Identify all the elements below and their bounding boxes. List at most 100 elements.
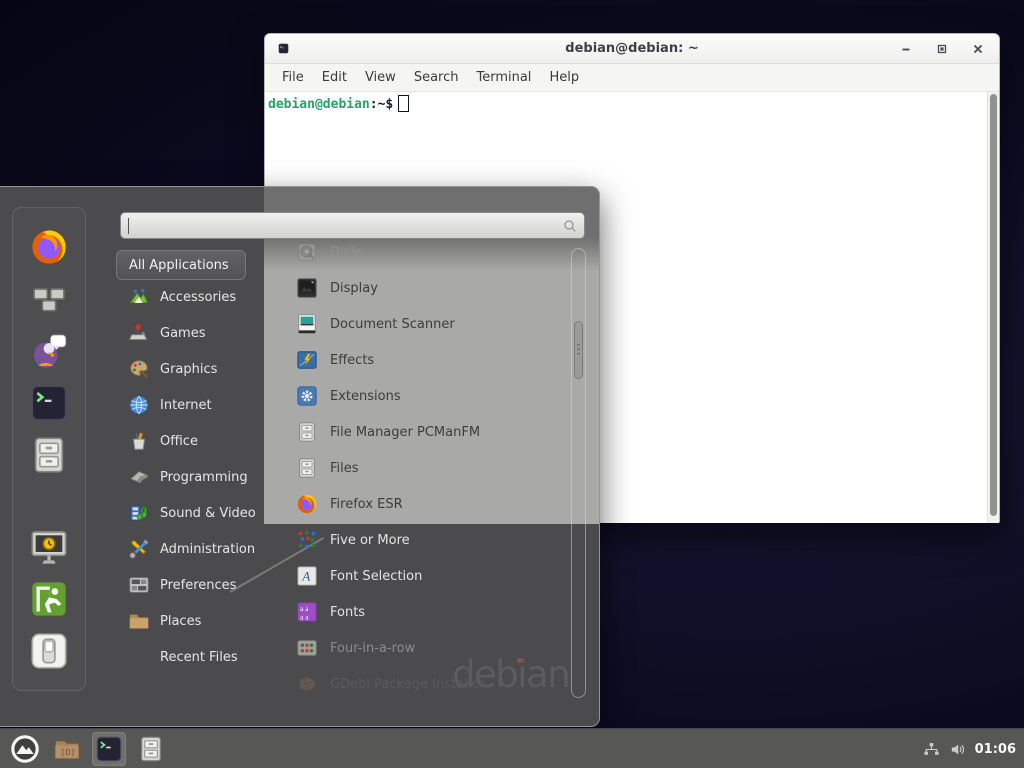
category-accessories[interactable]: Accessories	[116, 279, 268, 315]
terminal-titlebar[interactable]: debian@debian: ~	[265, 34, 999, 64]
terminal-menu-search[interactable]: Search	[405, 70, 468, 85]
cabinet-icon	[296, 421, 318, 443]
app-item-gdebi-package-installer[interactable]: GDebi Package Installer	[280, 666, 572, 702]
window-controls	[899, 34, 985, 63]
favorites-column	[12, 207, 86, 691]
app-list-scrollbar[interactable]	[571, 248, 586, 698]
fonts-icon: a aa a	[296, 601, 318, 623]
category-label: Places	[160, 614, 201, 629]
app-item-four-in-a-row[interactable]: Four-in-a-row	[280, 630, 572, 666]
app-item-extensions[interactable]: Extensions	[280, 378, 572, 414]
category-label: Administration	[160, 542, 255, 557]
category-places[interactable]: Places	[116, 603, 268, 639]
app-item-label: Font Selection	[330, 569, 422, 584]
app-item-label: Firefox ESR	[330, 497, 403, 512]
display-icon	[296, 277, 318, 299]
all-applications-label: All Applications	[129, 258, 229, 273]
app-item-font-selection[interactable]: A Font Selection	[280, 558, 572, 594]
category-games[interactable]: Games	[116, 315, 268, 351]
favorite-terminal[interactable]	[29, 383, 69, 423]
accessories-icon	[128, 286, 150, 308]
administration-icon	[128, 538, 150, 560]
category-all-applications[interactable]: All Applications	[116, 250, 246, 280]
app-list-scrollbar-thumb[interactable]	[574, 321, 583, 379]
system-tray: 01:06	[923, 729, 1016, 768]
terminal-menu-help[interactable]: Help	[540, 70, 588, 85]
svg-text:A: A	[301, 570, 310, 584]
terminal-prompt: debian@debian:~$	[265, 92, 999, 114]
maximize-button[interactable]	[935, 42, 949, 56]
terminal-menu-edit[interactable]: Edit	[313, 70, 356, 85]
favorite-software[interactable]	[29, 279, 69, 319]
category-administration[interactable]: Administration	[116, 531, 268, 567]
menu-logo-icon	[10, 734, 40, 764]
app-item-label: Five or More	[330, 533, 410, 548]
category-sound-video[interactable]: Sound & Video	[116, 495, 268, 531]
soundvideo-icon	[128, 502, 150, 524]
disks-icon	[296, 241, 318, 263]
app-item-label: GDebi Package Installer	[330, 677, 485, 692]
category-label: Graphics	[160, 362, 217, 377]
app-item-effects[interactable]: Effects	[280, 342, 572, 378]
network-icon[interactable]	[923, 741, 940, 758]
app-item-label: Display	[330, 281, 378, 296]
app-item-disks[interactable]: Disks	[280, 234, 572, 270]
office-icon	[128, 430, 150, 452]
terminal-menubar: FileEditViewSearchTerminalHelp	[265, 64, 999, 92]
app-item-label: Fonts	[330, 605, 365, 620]
application-list: Disks Display Document Scanner Effects Exten…	[280, 234, 572, 702]
category-label: Preferences	[160, 578, 236, 593]
category-label: Internet	[160, 398, 212, 413]
svg-text:a a: a a	[300, 612, 309, 621]
category-programming[interactable]: Programming	[116, 459, 268, 495]
desktop: debian@debian: ~ FileEditViewSearchTermi…	[0, 0, 1024, 768]
app-item-fonts[interactable]: a aa a Fonts	[280, 594, 572, 630]
category-list: Accessories Games Graphics Internet Office Pr…	[116, 279, 268, 675]
app-item-label: Files	[330, 461, 359, 476]
app-item-label: Effects	[330, 353, 374, 368]
app-item-label: Extensions	[330, 389, 401, 404]
app-item-label: Document Scanner	[330, 317, 455, 332]
minimize-button[interactable]	[899, 42, 913, 56]
fourinarow-icon	[296, 637, 318, 659]
category-label: Office	[160, 434, 198, 449]
app-item-firefox-esr[interactable]: Firefox ESR	[280, 486, 572, 522]
terminal-scrollbar-thumb[interactable]	[990, 94, 997, 516]
scanner-icon	[296, 313, 318, 335]
taskbar-terminal-button[interactable]	[92, 732, 126, 766]
app-item-files[interactable]: Files	[280, 450, 572, 486]
app-item-five-or-more[interactable]: Five or More	[280, 522, 572, 558]
category-recent-files[interactable]: Recent Files	[116, 639, 268, 675]
gdebi-icon	[296, 673, 318, 695]
app-item-file-manager-pcmanfm[interactable]: File Manager PCManFM	[280, 414, 572, 450]
taskbar-menu-button[interactable]	[8, 732, 42, 766]
terminal-menu-terminal[interactable]: Terminal	[467, 70, 540, 85]
clock[interactable]: 01:06	[975, 742, 1016, 757]
close-button[interactable]	[971, 42, 985, 56]
category-label: Accessories	[160, 290, 236, 305]
app-item-display[interactable]: Display	[280, 270, 572, 306]
favorite-shut-down[interactable]	[29, 631, 69, 671]
terminal-menu-file[interactable]: File	[273, 70, 313, 85]
favorite-lock-screen[interactable]	[29, 527, 69, 567]
category-preferences[interactable]: Preferences	[116, 567, 268, 603]
favorite-firefox[interactable]	[29, 227, 69, 267]
favorite-pidgin[interactable]	[29, 331, 69, 371]
volume-icon[interactable]	[949, 741, 966, 758]
places-icon	[128, 610, 150, 632]
category-office[interactable]: Office	[116, 423, 268, 459]
terminal-scrollbar[interactable]	[987, 92, 999, 523]
taskbar-file-manager-button[interactable]: [D]	[50, 732, 84, 766]
app-item-label: File Manager PCManFM	[330, 425, 480, 440]
category-graphics[interactable]: Graphics	[116, 351, 268, 387]
cabinet-icon	[296, 457, 318, 479]
terminal-menu-view[interactable]: View	[356, 70, 405, 85]
app-item-label: Disks	[330, 245, 365, 260]
favorite-log-out[interactable]	[29, 579, 69, 619]
category-internet[interactable]: Internet	[116, 387, 268, 423]
extensions-icon	[296, 385, 318, 407]
favorite-file-manager[interactable]	[29, 435, 69, 475]
app-item-document-scanner[interactable]: Document Scanner	[280, 306, 572, 342]
taskbar: [D] 01:06	[0, 728, 1024, 768]
taskbar-files-button[interactable]	[134, 732, 168, 766]
